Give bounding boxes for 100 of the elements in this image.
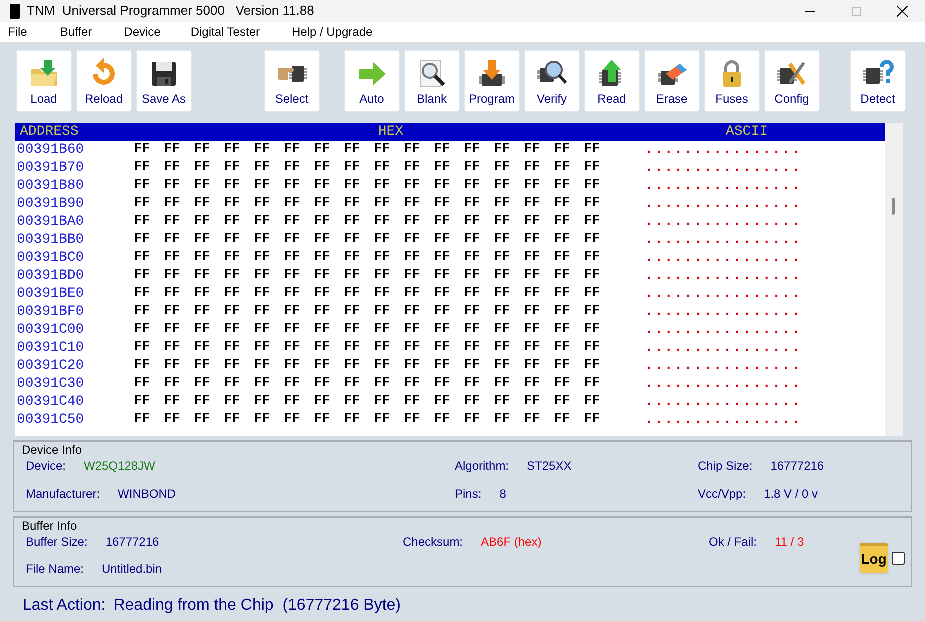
field-label: File Name: (26, 561, 84, 578)
toolbar-button[interactable]: Auto (344, 50, 400, 112)
address-cell-text: 00391BE0 (16, 287, 86, 301)
field-value: WINBOND (118, 486, 176, 503)
field-label: Pins: (455, 486, 482, 503)
hex-bytes: FF FF FF FF FF FF FF FF FF FF FF FF FF FF FF FF (134, 395, 602, 409)
address-cell-text: 00391BC0 (16, 251, 86, 265)
menu-item[interactable]: File (8, 23, 28, 41)
field-value: Untitled.bin (102, 561, 162, 578)
hex-bytes: FF FF FF FF FF FF FF FF FF FF FF FF FF FF FF FF (134, 359, 602, 373)
column-header: ASCII (724, 122, 769, 142)
ascii-cell: ................ (645, 323, 802, 337)
scrollbar[interactable] (885, 123, 903, 436)
panel-title: Device Info (21, 442, 84, 457)
log-checkbox[interactable] (892, 552, 905, 564)
field-label: Ok / Fail: (709, 534, 758, 551)
hex-bytes: FF FF FF FF FF FF FF FF FF FF FF FF FF FF FF FF (134, 323, 602, 337)
menu-item[interactable]: Device (124, 23, 161, 41)
ascii-cell: ................ (645, 341, 802, 355)
ascii-cell: ................ (645, 233, 802, 247)
address-cell-text: 00391C40 (16, 395, 86, 409)
toolbar-button[interactable]: Detect (850, 50, 906, 112)
hex-bytes: FF FF FF FF FF FF FF FF FF FF FF FF FF FF FF FF (134, 233, 602, 247)
hex-bytes: FF FF FF FF FF FF FF FF FF FF FF FF FF FF FF FF (134, 269, 602, 283)
app-icon (10, 4, 20, 18)
ascii-cell: ................ (645, 215, 802, 229)
hex-bytes: FF FF FF FF FF FF FF FF FF FF FF FF FF FF FF FF (134, 161, 602, 175)
hex-bytes: FF FF FF FF FF FF FF FF FF FF FF FF FF FF FF FF (134, 143, 602, 157)
ascii-cell: ................ (645, 413, 802, 427)
toolbar-button[interactable]: Load (16, 50, 72, 112)
status-label: Last Action: (23, 596, 106, 616)
ascii-cell: ................ (645, 287, 802, 301)
ascii-cell: ................ (645, 305, 802, 319)
ascii-cell: ................ (645, 377, 802, 391)
toolbar-button[interactable]: Reload (76, 50, 132, 112)
close-icon (896, 6, 908, 16)
toolbar-button[interactable]: Read (584, 50, 640, 112)
field-value: 8 (500, 486, 506, 503)
field-value: 1.8 V / 0 v (764, 486, 818, 503)
panel-title: Buffer Info (21, 518, 78, 533)
column-header: ADDRESS (19, 122, 80, 142)
ascii-cell: ................ (645, 197, 802, 211)
menu-item[interactable]: Buffer (60, 23, 92, 41)
field-label: Device: (26, 458, 66, 475)
address-cell-text: 00391B90 (16, 197, 86, 211)
field-value: AB6F (hex) (481, 534, 542, 551)
field-value: 11 / 3 (775, 534, 804, 551)
address-cell-text: 00391C30 (16, 377, 86, 391)
log-button[interactable]: Log (860, 543, 888, 573)
address-cell-text: 00391C10 (16, 341, 86, 355)
field-label: Chip Size: (698, 458, 753, 475)
window-title: TNM Universal Programmer 5000 Version 11.88 (27, 2, 314, 20)
toolbar-button[interactable]: Program (464, 50, 520, 112)
column-header: HEX (377, 122, 405, 142)
ascii-cell: ................ (645, 251, 802, 265)
hex-bytes: FF FF FF FF FF FF FF FF FF FF FF FF FF FF FF FF (134, 197, 602, 211)
menu-item[interactable]: Digital Tester (190, 23, 260, 41)
hex-bytes: FF FF FF FF FF FF FF FF FF FF FF FF FF FF FF FF (134, 287, 602, 301)
field-label: Buffer Size: (26, 534, 88, 551)
field-label: Checksum: (403, 534, 464, 551)
address-cell-text: 00391B60 (16, 143, 86, 157)
toolbar-button[interactable]: Select (264, 50, 320, 112)
scrollbar-thumb[interactable] (892, 198, 895, 215)
field-value: W25Q128JW (84, 458, 156, 475)
ascii-cell: ................ (645, 269, 802, 283)
hex-bytes: FF FF FF FF FF FF FF FF FF FF FF FF FF FF FF FF (134, 305, 602, 319)
toolbar-button[interactable]: Erase (644, 50, 700, 112)
address-cell-text: 00391C50 (16, 413, 86, 427)
field-value: 16777216 (770, 458, 824, 475)
ascii-cell: ................ (645, 161, 802, 175)
ascii-cell: ................ (645, 143, 802, 157)
address-cell-text: 00391BF0 (16, 305, 86, 319)
address-cell-text: 00391C00 (16, 323, 86, 337)
ascii-cell: ................ (645, 179, 802, 193)
address-cell-text: 00391B70 (16, 161, 86, 175)
field-label: Algorithm: (455, 458, 510, 475)
field-value: ST25XX (527, 458, 572, 475)
toolbar-button[interactable]: Verify (524, 50, 580, 112)
ascii-cell: ................ (645, 359, 802, 373)
address-cell-text: 00391BD0 (16, 269, 86, 283)
address-cell-text: 00391B80 (16, 179, 86, 193)
hex-bytes: FF FF FF FF FF FF FF FF FF FF FF FF FF FF FF FF (134, 377, 602, 391)
field-label: Manufacturer: (26, 486, 100, 503)
hex-bytes: FF FF FF FF FF FF FF FF FF FF FF FF FF FF FF FF (134, 179, 602, 193)
hex-bytes: FF FF FF FF FF FF FF FF FF FF FF FF FF FF FF FF (134, 251, 602, 265)
hex-bytes: FF FF FF FF FF FF FF FF FF FF FF FF FF FF FF FF (134, 341, 602, 355)
menu-item[interactable]: Help / Upgrade (292, 23, 373, 41)
hex-bytes: FF FF FF FF FF FF FF FF FF FF FF FF FF FF FF FF (134, 215, 602, 229)
toolbar-button[interactable]: Save As (136, 50, 192, 112)
status-text: Reading from the Chip (16777216 Byte) (114, 596, 401, 616)
address-cell-text: 00391C20 (16, 359, 86, 373)
ascii-cell: ................ (645, 395, 802, 409)
toolbar-button[interactable]: Fuses (704, 50, 760, 112)
toolbar-button[interactable]: Config (764, 50, 820, 112)
address-cell-text: 00391BA0 (16, 215, 86, 229)
field-label: Vcc/Vpp: (698, 486, 746, 503)
address-cell-text: 00391BB0 (16, 233, 86, 247)
hex-bytes: FF FF FF FF FF FF FF FF FF FF FF FF FF FF FF FF (134, 413, 602, 427)
toolbar-button[interactable]: Blank (404, 50, 460, 112)
field-value: 16777216 (106, 534, 160, 551)
